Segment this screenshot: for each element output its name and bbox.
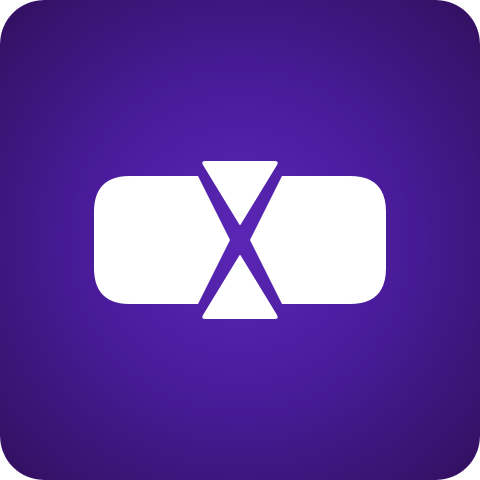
icon-background bbox=[0, 0, 480, 480]
app-icon[interactable] bbox=[0, 0, 480, 480]
app-logo-icon bbox=[0, 0, 480, 480]
